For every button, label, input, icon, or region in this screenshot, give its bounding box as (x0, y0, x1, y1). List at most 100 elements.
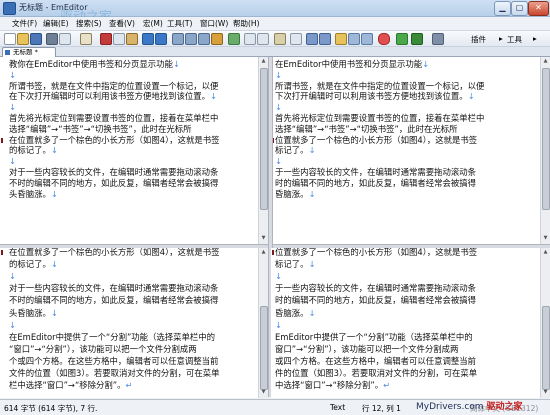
scroll-down-icon[interactable]: ▼ (542, 235, 549, 242)
bookmark-marker[interactable] (1, 137, 3, 143)
find-prev-icon[interactable] (198, 33, 210, 45)
text-line[interactable]: 下次打开编辑时可以利用该书签方便地找到该位置。↓ (275, 91, 475, 101)
text-line[interactable]: 件的位置（如图3）。若要取消对文件的分割，可在菜单 (275, 368, 477, 378)
menu-file[interactable]: 文件(F) (12, 18, 37, 29)
text-line[interactable]: 的标记了。↓ (9, 259, 58, 269)
text-line[interactable]: “窗口”→“分割”），该功能可以把一个文件分割成两 (9, 344, 197, 354)
highlight-icon[interactable] (211, 33, 223, 45)
text-line[interactable]: 不时的编辑不同的地方，如此反复，编辑者经常会被搞得 (9, 295, 218, 305)
prev-bookmark-icon[interactable] (361, 33, 373, 45)
scroll-down-icon[interactable]: ▼ (542, 389, 549, 396)
text-line[interactable]: 选择“编辑”→“书签”→“切换书签”，此时在光标所 (9, 124, 191, 134)
text-line[interactable]: 中选择“窗口”→“移除分割”。↵ (275, 380, 390, 390)
close-button[interactable]: ✕ (528, 1, 549, 16)
scrollbar-top-left[interactable]: ▲ ▼ (258, 57, 268, 244)
text-line[interactable]: 在EmEditor中提供了一个“分割”功能（选择菜单栏中的 (9, 332, 215, 342)
paste-icon[interactable] (126, 33, 138, 45)
bookmark-icon[interactable] (335, 33, 347, 45)
preview-icon[interactable] (59, 33, 71, 45)
text-line[interactable]: 头昏脑涨。↓ (9, 189, 58, 199)
scroll-down-icon[interactable]: ▼ (260, 389, 267, 396)
text-line[interactable]: 昏脑涨。↓ (275, 189, 316, 199)
text-line[interactable]: 不时的编辑不同的地方，如此反复，编辑者经常会被搞得 (9, 178, 218, 188)
menu-search[interactable]: 搜索(S) (76, 18, 102, 29)
replace-icon[interactable] (228, 33, 240, 45)
find-next-icon[interactable] (185, 33, 197, 45)
scroll-thumb[interactable] (260, 306, 268, 390)
text-line[interactable]: ↓ (9, 271, 16, 281)
text-line[interactable]: ↓ (275, 320, 282, 330)
menu-view[interactable]: 查看(V) (109, 18, 135, 29)
text-line[interactable]: 窗口”→“分割”），该功能可以把一个文件分割成两 (275, 344, 458, 354)
editor-pane-bottom-left[interactable]: 在位置就多了一个棕色的小长方形（如图4），这就是书签 的标记了。↓ ↓ 对于一些内容较… (0, 248, 258, 398)
tools-dropdown-icon[interactable]: ▸ (533, 34, 537, 43)
search-icon[interactable] (172, 33, 184, 45)
menu-macro[interactable]: 宏(M) (143, 18, 163, 29)
maximize-button[interactable]: ▢ (511, 1, 528, 16)
text-line[interactable]: 时的编辑不同的地方，如此反复，编辑者经常会被搞得 (275, 178, 476, 188)
text-line[interactable]: ↓ (9, 156, 16, 166)
text-line[interactable]: 头昏脑涨。↓ (9, 308, 58, 318)
text-line[interactable]: 或四个方格。在这些方格中，编辑者可以任意调整当前 (275, 356, 476, 366)
print-icon[interactable] (46, 33, 58, 45)
text-line[interactable]: 位置就多了一个棕色的小长方形（如图4），这就是书签 (275, 135, 477, 145)
scroll-up-icon[interactable]: ▲ (260, 249, 267, 256)
text-line[interactable]: ↓ (275, 156, 282, 166)
save-icon[interactable] (30, 33, 42, 45)
text-line[interactable]: EmEditor中提供了一个“分割”功能（选择菜单栏中的 (275, 332, 473, 342)
ruler-icon[interactable] (257, 33, 269, 45)
text-line[interactable]: 对于一些内容较长的文件，在编辑时通常需要拖动滚动条 (9, 283, 218, 293)
copy-icon[interactable] (113, 33, 125, 45)
text-line[interactable]: 在下次打开编辑时可以利用该书签方便地找到该位置。↓ (9, 91, 217, 101)
editor-pane-top-right[interactable]: 在EmEditor中使用书签和分页显示功能↓ ↓ 所谓书签，就是在文件中指定的位置设… (271, 57, 540, 244)
text-line[interactable]: 所谓书签，就是在文件中指定的位置设置一个标记，以便 (9, 81, 218, 91)
text-line[interactable]: ↓ (9, 70, 16, 80)
text-line[interactable]: 在位置就多了一个棕色的小长方形（如图4），这就是书签 (9, 248, 220, 257)
text-line[interactable]: 个或四个方格。在这些方格中，编辑者可以任意调整当前 (9, 356, 218, 366)
cut-icon[interactable] (100, 33, 112, 45)
run-macro-icon[interactable] (396, 33, 408, 45)
scroll-up-icon[interactable]: ▲ (260, 58, 267, 65)
open-folder-icon[interactable] (17, 33, 29, 45)
bookmark-marker[interactable] (272, 250, 274, 255)
bookmark-marker[interactable] (1, 250, 3, 255)
minimize-button[interactable]: ▁ (494, 1, 511, 16)
text-line[interactable]: 选择“编辑”→“书签”→“切换书签”，此时在光标所 (275, 124, 457, 134)
fullscreen-icon[interactable] (290, 33, 302, 45)
macro-list-icon[interactable] (411, 33, 423, 45)
text-line[interactable]: ↓ (9, 102, 16, 112)
menu-window[interactable]: 窗口(W) (200, 18, 228, 29)
text-line[interactable]: 栏中选择“窗口”→“移除分割”。↵ (9, 380, 133, 390)
find-icon[interactable] (80, 33, 92, 45)
scrollbar-bottom-left[interactable]: ▲ ▼ (258, 248, 268, 398)
menu-edit[interactable]: 编辑(E) (43, 18, 69, 29)
text-line[interactable]: 在EmEditor中使用书签和分页显示功能↓ (275, 59, 429, 69)
text-line[interactable]: 首先将光标定位到需要设置书签的位置，接着在菜单栏中 (275, 113, 484, 123)
scroll-thumb[interactable] (260, 68, 268, 210)
scroll-down-icon[interactable]: ▼ (260, 235, 267, 242)
editor-pane-top-left[interactable]: 教你在EmEditor中使用书签和分页显示功能↓ ↓ 所谓书签，就是在文件中指定的位… (0, 57, 258, 244)
text-line[interactable]: 昏脑涨。↓ (275, 308, 316, 318)
scroll-up-icon[interactable]: ▲ (542, 249, 549, 256)
text-line[interactable]: 标记了。↓ (275, 145, 316, 155)
text-line[interactable]: 于一些内容较长的文件，在编辑时通常需要拖动滚动条 (275, 167, 476, 177)
scroll-thumb[interactable] (542, 306, 550, 390)
scroll-thumb[interactable] (542, 68, 550, 210)
window-icon[interactable] (319, 33, 331, 45)
text-line[interactable]: 在位置就多了一个棕色的小长方形（如图4），这就是书签 (9, 135, 220, 145)
tab-untitled[interactable]: 无标题 * (2, 47, 56, 57)
plugins-toolbar-label[interactable]: 插件 (471, 34, 486, 45)
text-line[interactable]: 于一些内容较长的文件，在编辑时通常需要拖动滚动条 (275, 283, 476, 293)
redo-icon[interactable] (155, 33, 167, 45)
editor-pane-bottom-right[interactable]: 位置就多了一个棕色的小长方形（如图4），这就是书签 标记了。↓ ↓ 于一些内容较长的文… (271, 248, 540, 398)
undo-icon[interactable] (142, 33, 154, 45)
text-line[interactable]: 的标记了。↓ (9, 145, 58, 155)
menu-tools[interactable]: 工具(T) (167, 18, 192, 29)
new-file-icon[interactable] (4, 33, 16, 45)
text-line[interactable]: ↓ (275, 70, 282, 80)
scroll-up-icon[interactable]: ▲ (542, 58, 549, 65)
text-line[interactable]: 所谓书签，就是在文件中指定的位置设置一个标记，以便 (275, 81, 484, 91)
text-line[interactable]: 文件的位置（如图3）。若要取消对文件的分割，可在菜单 (9, 368, 220, 378)
menu-help[interactable]: 帮助(H) (233, 18, 260, 29)
wrap-icon[interactable] (244, 33, 256, 45)
